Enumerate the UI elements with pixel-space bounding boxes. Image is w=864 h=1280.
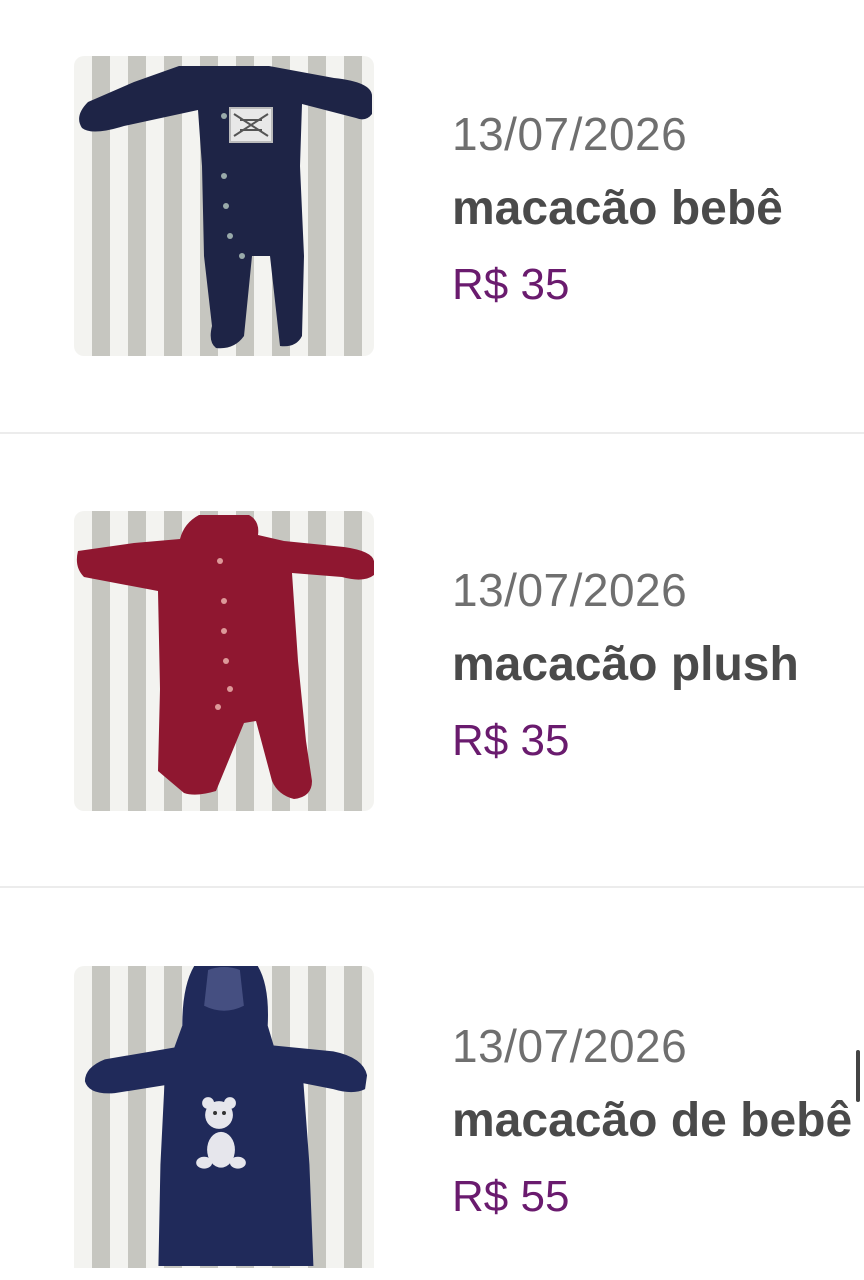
- scrollbar[interactable]: [856, 1050, 860, 1102]
- navy-baby-romper-photo: [79, 66, 372, 349]
- product-image-hooded-romper[interactable]: [74, 966, 374, 1268]
- product-image-red-romper[interactable]: [74, 511, 374, 811]
- listing-date: 13/07/2026: [452, 108, 688, 160]
- listing-date: 13/07/2026: [452, 1020, 688, 1072]
- product-title[interactable]: macacão de bebê: [452, 1092, 864, 1150]
- red-baby-romper-photo: [76, 515, 374, 799]
- item-info: 13/07/2026 macacão plush R$ 35: [452, 562, 864, 768]
- list-item[interactable]: 13/07/2026 macacão de bebê R$ 55: [0, 888, 864, 1280]
- product-price: R$ 55: [452, 1172, 570, 1221]
- product-price: R$ 35: [452, 716, 570, 765]
- list-item[interactable]: 13/07/2026 macacão bebê R$ 35: [0, 0, 864, 434]
- product-price: R$ 35: [452, 260, 570, 309]
- product-title[interactable]: macacão plush: [452, 636, 864, 694]
- list-item[interactable]: 13/07/2026 macacão plush R$ 35: [0, 434, 864, 888]
- product-listing: 13/07/2026 macacão bebê R$ 35 13/07/2026…: [0, 0, 864, 1280]
- navy-hooded-romper-with-bear-photo: [84, 966, 368, 1266]
- item-info: 13/07/2026 macacão de bebê R$ 55: [452, 1018, 864, 1224]
- product-title[interactable]: macacão bebê: [452, 180, 864, 238]
- listing-date: 13/07/2026: [452, 564, 688, 616]
- item-info: 13/07/2026 macacão bebê R$ 35: [452, 106, 864, 312]
- product-image-navy-romper[interactable]: [74, 56, 374, 356]
